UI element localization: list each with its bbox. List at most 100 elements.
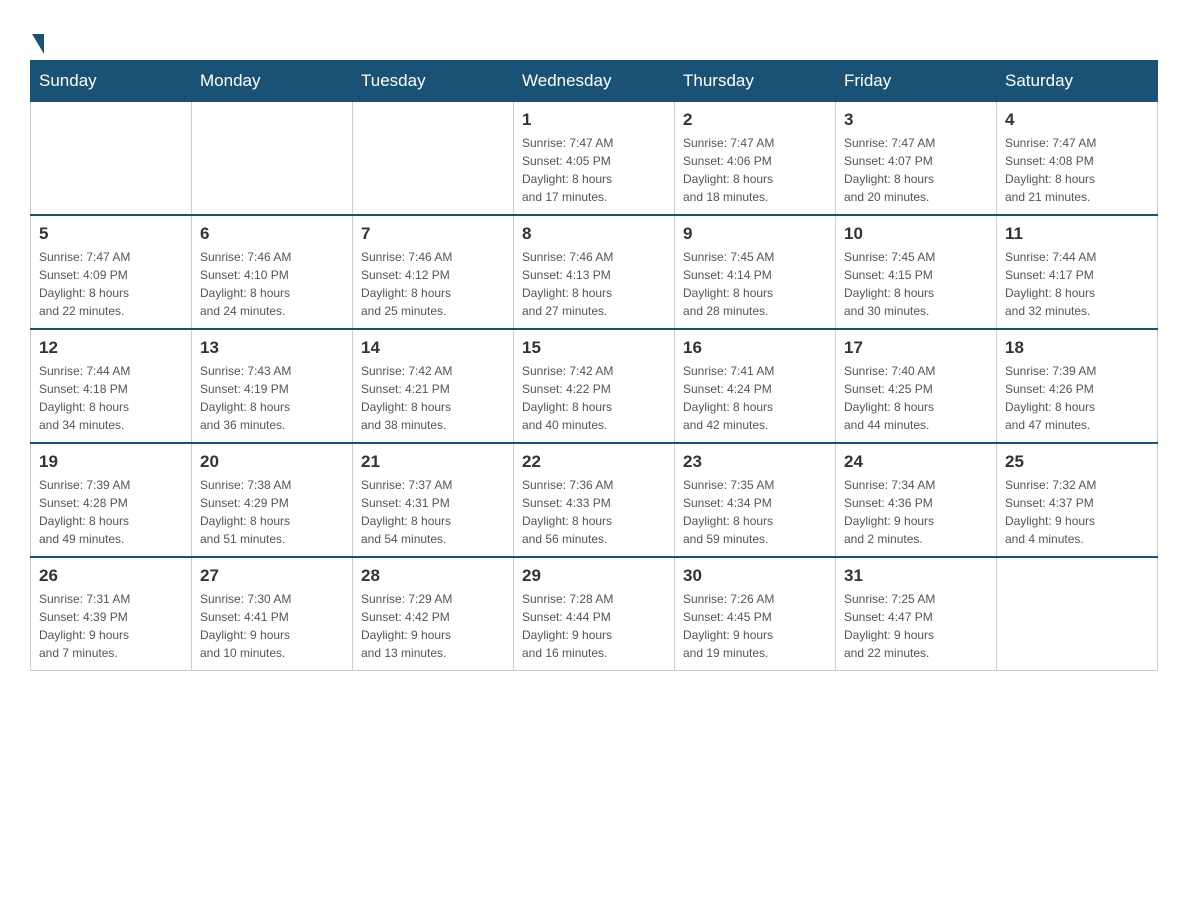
column-header-friday: Friday [836, 61, 997, 102]
day-info: Sunrise: 7:28 AM Sunset: 4:44 PM Dayligh… [522, 590, 666, 662]
day-info: Sunrise: 7:39 AM Sunset: 4:26 PM Dayligh… [1005, 362, 1149, 434]
calendar-cell: 18 Sunrise: 7:39 AM Sunset: 4:26 PM Dayli… [997, 329, 1158, 443]
calendar-cell: 24 Sunrise: 7:34 AM Sunset: 4:36 PM Dayli… [836, 443, 997, 557]
day-info: Sunrise: 7:42 AM Sunset: 4:21 PM Dayligh… [361, 362, 505, 434]
calendar-cell: 10 Sunrise: 7:45 AM Sunset: 4:15 PM Dayli… [836, 215, 997, 329]
calendar-cell: 15 Sunrise: 7:42 AM Sunset: 4:22 PM Dayli… [514, 329, 675, 443]
day-number: 7 [361, 224, 505, 244]
calendar-cell: 11 Sunrise: 7:44 AM Sunset: 4:17 PM Dayli… [997, 215, 1158, 329]
day-number: 4 [1005, 110, 1149, 130]
calendar-cell: 4 Sunrise: 7:47 AM Sunset: 4:08 PM Daylig… [997, 102, 1158, 216]
day-info: Sunrise: 7:41 AM Sunset: 4:24 PM Dayligh… [683, 362, 827, 434]
calendar-cell: 28 Sunrise: 7:29 AM Sunset: 4:42 PM Dayli… [353, 557, 514, 671]
day-info: Sunrise: 7:35 AM Sunset: 4:34 PM Dayligh… [683, 476, 827, 548]
day-number: 16 [683, 338, 827, 358]
calendar-week-row: 19Sunrise: 7:39 AM Sunset: 4:28 PM Dayli… [31, 443, 1158, 557]
day-info: Sunrise: 7:29 AM Sunset: 4:42 PM Dayligh… [361, 590, 505, 662]
day-info: Sunrise: 7:32 AM Sunset: 4:37 PM Dayligh… [1005, 476, 1149, 548]
calendar-cell [997, 557, 1158, 671]
day-info: Sunrise: 7:46 AM Sunset: 4:10 PM Dayligh… [200, 248, 344, 320]
day-number: 10 [844, 224, 988, 244]
day-number: 15 [522, 338, 666, 358]
day-info: Sunrise: 7:42 AM Sunset: 4:22 PM Dayligh… [522, 362, 666, 434]
day-number: 2 [683, 110, 827, 130]
calendar-cell: 19Sunrise: 7:39 AM Sunset: 4:28 PM Dayli… [31, 443, 192, 557]
day-number: 11 [1005, 224, 1149, 244]
day-number: 28 [361, 566, 505, 586]
day-info: Sunrise: 7:31 AM Sunset: 4:39 PM Dayligh… [39, 590, 183, 662]
calendar-cell: 14 Sunrise: 7:42 AM Sunset: 4:21 PM Dayli… [353, 329, 514, 443]
day-info: Sunrise: 7:25 AM Sunset: 4:47 PM Dayligh… [844, 590, 988, 662]
day-number: 22 [522, 452, 666, 472]
day-number: 19 [39, 452, 183, 472]
calendar-table: SundayMondayTuesdayWednesdayThursdayFrid… [30, 60, 1158, 671]
day-info: Sunrise: 7:47 AM Sunset: 4:07 PM Dayligh… [844, 134, 988, 206]
calendar-cell [192, 102, 353, 216]
calendar-cell: 27 Sunrise: 7:30 AM Sunset: 4:41 PM Dayli… [192, 557, 353, 671]
calendar-cell: 25 Sunrise: 7:32 AM Sunset: 4:37 PM Dayli… [997, 443, 1158, 557]
day-number: 9 [683, 224, 827, 244]
day-number: 14 [361, 338, 505, 358]
column-header-wednesday: Wednesday [514, 61, 675, 102]
calendar-cell: 6 Sunrise: 7:46 AM Sunset: 4:10 PM Daylig… [192, 215, 353, 329]
calendar-cell [31, 102, 192, 216]
column-header-monday: Monday [192, 61, 353, 102]
column-header-saturday: Saturday [997, 61, 1158, 102]
calendar-cell: 5Sunrise: 7:47 AM Sunset: 4:09 PM Daylig… [31, 215, 192, 329]
calendar-cell: 13 Sunrise: 7:43 AM Sunset: 4:19 PM Dayli… [192, 329, 353, 443]
calendar-cell: 20Sunrise: 7:38 AM Sunset: 4:29 PM Dayli… [192, 443, 353, 557]
calendar-cell: 16 Sunrise: 7:41 AM Sunset: 4:24 PM Dayli… [675, 329, 836, 443]
day-number: 24 [844, 452, 988, 472]
logo [30, 20, 44, 50]
day-info: Sunrise: 7:45 AM Sunset: 4:15 PM Dayligh… [844, 248, 988, 320]
calendar-cell: 7 Sunrise: 7:46 AM Sunset: 4:12 PM Daylig… [353, 215, 514, 329]
calendar-cell: 21Sunrise: 7:37 AM Sunset: 4:31 PM Dayli… [353, 443, 514, 557]
day-number: 18 [1005, 338, 1149, 358]
calendar-cell: 8 Sunrise: 7:46 AM Sunset: 4:13 PM Daylig… [514, 215, 675, 329]
day-number: 12 [39, 338, 183, 358]
day-info: Sunrise: 7:43 AM Sunset: 4:19 PM Dayligh… [200, 362, 344, 434]
calendar-week-row: 5Sunrise: 7:47 AM Sunset: 4:09 PM Daylig… [31, 215, 1158, 329]
day-info: Sunrise: 7:47 AM Sunset: 4:05 PM Dayligh… [522, 134, 666, 206]
page-header [30, 20, 1158, 50]
day-info: Sunrise: 7:34 AM Sunset: 4:36 PM Dayligh… [844, 476, 988, 548]
day-number: 31 [844, 566, 988, 586]
day-number: 23 [683, 452, 827, 472]
day-info: Sunrise: 7:36 AM Sunset: 4:33 PM Dayligh… [522, 476, 666, 548]
calendar-cell: 29 Sunrise: 7:28 AM Sunset: 4:44 PM Dayli… [514, 557, 675, 671]
calendar-cell: 30 Sunrise: 7:26 AM Sunset: 4:45 PM Dayli… [675, 557, 836, 671]
calendar-cell [353, 102, 514, 216]
day-number: 8 [522, 224, 666, 244]
day-info: Sunrise: 7:46 AM Sunset: 4:13 PM Dayligh… [522, 248, 666, 320]
day-info: Sunrise: 7:47 AM Sunset: 4:06 PM Dayligh… [683, 134, 827, 206]
calendar-week-row: 1 Sunrise: 7:47 AM Sunset: 4:05 PM Daylig… [31, 102, 1158, 216]
day-number: 27 [200, 566, 344, 586]
day-number: 20 [200, 452, 344, 472]
calendar-week-row: 12Sunrise: 7:44 AM Sunset: 4:18 PM Dayli… [31, 329, 1158, 443]
day-number: 1 [522, 110, 666, 130]
calendar-week-row: 26 Sunrise: 7:31 AM Sunset: 4:39 PM Dayli… [31, 557, 1158, 671]
day-info: Sunrise: 7:46 AM Sunset: 4:12 PM Dayligh… [361, 248, 505, 320]
day-info: Sunrise: 7:40 AM Sunset: 4:25 PM Dayligh… [844, 362, 988, 434]
calendar-cell: 1 Sunrise: 7:47 AM Sunset: 4:05 PM Daylig… [514, 102, 675, 216]
day-info: Sunrise: 7:47 AM Sunset: 4:09 PM Dayligh… [39, 248, 183, 320]
day-number: 25 [1005, 452, 1149, 472]
calendar-cell: 22 Sunrise: 7:36 AM Sunset: 4:33 PM Dayli… [514, 443, 675, 557]
calendar-cell: 23 Sunrise: 7:35 AM Sunset: 4:34 PM Dayli… [675, 443, 836, 557]
day-number: 29 [522, 566, 666, 586]
day-number: 26 [39, 566, 183, 586]
day-number: 13 [200, 338, 344, 358]
day-number: 6 [200, 224, 344, 244]
day-number: 30 [683, 566, 827, 586]
day-number: 3 [844, 110, 988, 130]
day-info: Sunrise: 7:44 AM Sunset: 4:17 PM Dayligh… [1005, 248, 1149, 320]
day-info: Sunrise: 7:47 AM Sunset: 4:08 PM Dayligh… [1005, 134, 1149, 206]
day-info: Sunrise: 7:30 AM Sunset: 4:41 PM Dayligh… [200, 590, 344, 662]
logo-arrow-icon [32, 34, 44, 54]
day-number: 21 [361, 452, 505, 472]
calendar-cell: 31 Sunrise: 7:25 AM Sunset: 4:47 PM Dayli… [836, 557, 997, 671]
calendar-cell: 17 Sunrise: 7:40 AM Sunset: 4:25 PM Dayli… [836, 329, 997, 443]
day-number: 17 [844, 338, 988, 358]
day-info: Sunrise: 7:26 AM Sunset: 4:45 PM Dayligh… [683, 590, 827, 662]
column-header-tuesday: Tuesday [353, 61, 514, 102]
